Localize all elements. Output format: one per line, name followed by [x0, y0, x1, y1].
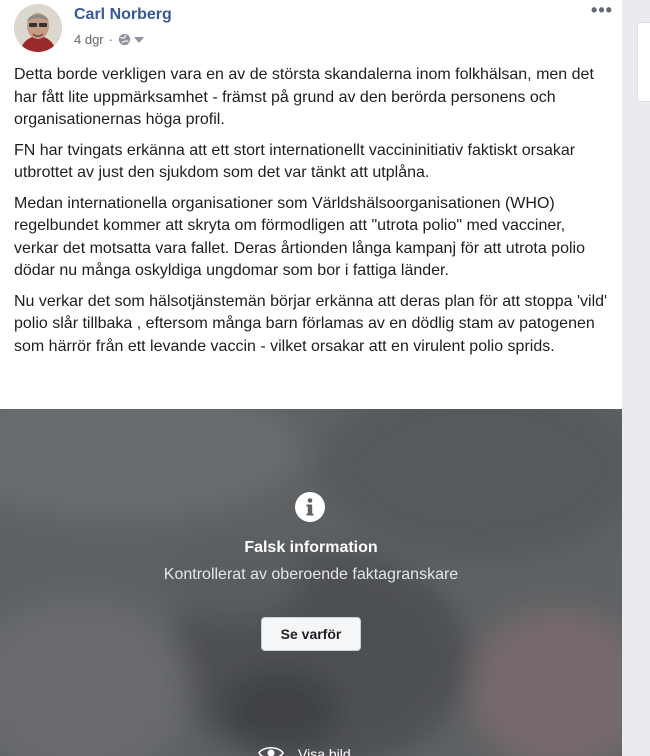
meta-separator: ·: [108, 32, 113, 47]
fact-check-subtitle: Kontrollerat av oberoende faktagranskare: [163, 566, 459, 583]
post-paragraph: FN har tvingats erkänna att ett stort in…: [14, 141, 576, 182]
see-why-button[interactable]: Se varför: [261, 617, 361, 651]
post-paragraph: Medan internationella organisationer som…: [14, 194, 585, 280]
post-meta: 4 dgr ·: [74, 32, 144, 47]
info-icon: [295, 492, 325, 522]
sidebar-card: [637, 22, 650, 102]
post-body: Detta borde verkligen vara en av de stör…: [14, 64, 610, 366]
globe-icon[interactable]: [118, 33, 131, 46]
author-avatar[interactable]: [14, 4, 62, 52]
post-paragraph: Nu verkar det som hälsotjänstemän börjar…: [14, 292, 608, 355]
see-photo-label: Visa bild: [298, 746, 351, 756]
author-name[interactable]: Carl Norberg: [74, 6, 172, 24]
post-paragraph: Detta borde verkligen vara en av de stör…: [14, 66, 594, 128]
see-photo-button[interactable]: Visa bild: [258, 744, 351, 756]
feed-post: Carl Norberg 4 dgr · ••• Detta borde ver…: [0, 0, 622, 756]
chevron-down-icon[interactable]: [133, 36, 144, 44]
eye-icon: [258, 745, 284, 756]
post-options-button[interactable]: •••: [590, 0, 614, 20]
fact-check-title: Falsk information: [244, 539, 378, 556]
post-timestamp[interactable]: 4 dgr: [74, 32, 104, 47]
